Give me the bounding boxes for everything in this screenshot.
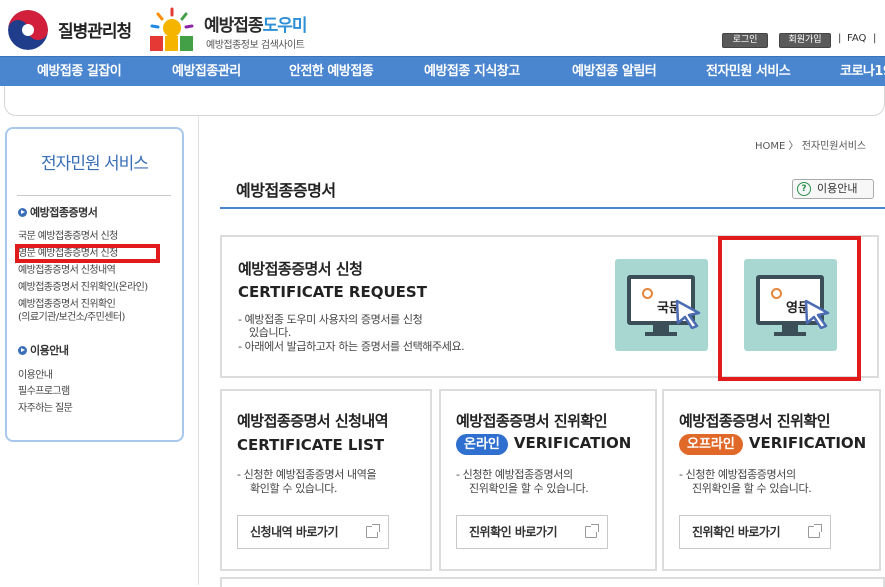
sidebar-section-guide: 이용안내 (18, 342, 69, 358)
kdca-logo-icon[interactable] (8, 10, 48, 50)
sidebar-item-guide[interactable]: 이용안내 (18, 370, 53, 382)
nip-logo-icon[interactable] (146, 6, 198, 52)
request-title-en: CERTIFICATE REQUEST (238, 283, 427, 301)
online-title: 예방접종증명서 진위확인 (456, 412, 608, 430)
sidebar-item-verify-online[interactable]: 예방접종증명서 진위확인(온라인) (18, 282, 148, 294)
sidebar: 전자민원 서비스 예방접종증명서 국문 예방접종증명서 신청 영문 예방접종증명… (5, 127, 184, 442)
external-link-icon (585, 524, 599, 538)
verify-online-link-button[interactable]: 진위확인 바로가기 (456, 515, 608, 549)
nav-safe-vaccination[interactable]: 안전한 예방접종 (289, 57, 374, 87)
offline-title-line: 오프라인 VERIFICATION (679, 434, 866, 455)
site-title[interactable]: 예방접종도우미 (204, 11, 308, 36)
usage-guide-button[interactable]: ? 이용안내 (792, 179, 874, 199)
help-icon: ? (797, 182, 811, 196)
offline-desc-2: 진위확인을 할 수 있습니다. (692, 482, 812, 495)
request-list-link-button[interactable]: 신청내역 바로가기 (237, 515, 389, 549)
usage-guide-label: 이용안내 (817, 182, 858, 195)
util-divider-2: | (873, 33, 877, 44)
sidebar-item-verify-offline-sub[interactable]: (의료기관/보건소/주민센터) (18, 312, 125, 324)
site-header: 질병관리청 예방접종도우미 예방접종정보 검색사이트 로그인 회원가입 | FA… (0, 0, 885, 56)
request-title: 예방접종증명서 신청 (238, 260, 363, 278)
site-title-main: 예방접종 (204, 16, 264, 36)
sub-navigation-bar (4, 86, 885, 116)
verification-offline-box: 예방접종증명서 진위확인 오프라인 VERIFICATION - 신청한 예방접종… (662, 389, 881, 571)
main-navigation: 예방접종 길잡이 예방접종관리 안전한 예방접종 예방접종 지식창고 예방접종 … (0, 56, 885, 86)
sidebar-title: 전자민원 서비스 (41, 154, 149, 174)
offline-title-en: VERIFICATION (748, 434, 867, 452)
verify-offline-link-label: 진위확인 바로가기 (692, 525, 781, 539)
agency-name[interactable]: 질병관리청 (58, 17, 132, 42)
list-title: 예방접종증명서 신청내역 (237, 412, 389, 430)
next-section-box (220, 577, 885, 587)
korean-certificate-button[interactable]: 국문 (615, 259, 708, 351)
offline-title: 예방접종증명서 진위확인 (679, 412, 831, 430)
sidebar-item-verify-offline[interactable]: 예방접종증명서 진위확인 (18, 299, 116, 311)
list-desc-2: 확인할 수 있습니다. (250, 482, 338, 495)
offline-desc-1: - 신청한 예방접종증명서의 (679, 468, 796, 481)
certificate-list-box: 예방접종증명서 신청내역 CERTIFICATE LIST - 신청한 예방접종… (220, 389, 432, 571)
monitor-base (645, 332, 677, 336)
breadcrumb: HOME 〉 전자민원서비스 (755, 141, 867, 152)
verify-online-link-label: 진위확인 바로가기 (469, 525, 558, 539)
external-link-icon (366, 524, 380, 538)
nav-vaccination-guide[interactable]: 예방접종 길잡이 (37, 57, 122, 87)
sidebar-item-request-list[interactable]: 예방접종증명서 신청내역 (18, 265, 116, 277)
offline-badge: 오프라인 (679, 434, 743, 455)
nav-knowledge[interactable]: 예방접종 지식창고 (424, 57, 520, 87)
sidebar-item-faq[interactable]: 자주하는 질문 (18, 403, 73, 415)
request-desc-1: - 예방접종 도우미 사용자의 증명서를 신청 (238, 313, 423, 326)
medal-icon (642, 288, 653, 299)
sidebar-divider (17, 195, 171, 196)
online-badge: 온라인 (456, 434, 508, 455)
site-subtitle: 예방접종정보 검색사이트 (206, 40, 305, 51)
request-desc-2: - 아래에서 발급하고자 하는 증명서를 선택해주세요. (238, 340, 465, 353)
highlight-box-english (718, 236, 861, 381)
nav-e-civil-service[interactable]: 전자민원 서비스 (706, 57, 791, 87)
verify-offline-link-button[interactable]: 진위확인 바로가기 (679, 515, 831, 549)
sidebar-item-korean-request[interactable]: 국문 예방접종증명서 신청 (18, 231, 118, 243)
page-title: 예방접종증명서 (236, 181, 336, 200)
external-link-icon (808, 524, 822, 538)
sidebar-section-label: 이용안내 (30, 344, 69, 357)
content-divider (198, 116, 199, 585)
login-button[interactable]: 로그인 (722, 33, 768, 48)
list-title-en: CERTIFICATE LIST (237, 436, 385, 454)
highlight-box-sidebar (15, 244, 160, 263)
nav-covid19[interactable]: 코로나19 (840, 57, 885, 87)
site-title-accent: 도우미 (262, 16, 308, 36)
online-desc-1: - 신청한 예방접종증명서의 (456, 468, 573, 481)
online-desc-2: 진위확인을 할 수 있습니다. (469, 482, 589, 495)
faq-link[interactable]: FAQ (847, 33, 866, 44)
nav-vaccination-management[interactable]: 예방접종관리 (172, 57, 241, 87)
sidebar-item-programs[interactable]: 필수프로그램 (18, 386, 70, 398)
title-rule (220, 207, 885, 209)
cursor-icon (675, 299, 701, 329)
verification-online-box: 예방접종증명서 진위확인 온라인 VERIFICATION - 신청한 예방접종증… (439, 389, 657, 571)
signup-button[interactable]: 회원가입 (779, 33, 831, 48)
sidebar-section-label: 예방접종증명서 (30, 206, 98, 219)
list-desc-1: - 신청한 예방접종증명서 내역을 (237, 468, 377, 481)
sidebar-section-certificate: 예방접종증명서 (18, 204, 98, 220)
request-desc-1b: 있습니다. (249, 326, 291, 339)
bullet-icon (18, 208, 27, 217)
util-divider: | (838, 33, 842, 44)
nav-notice[interactable]: 예방접종 알림터 (572, 57, 657, 87)
bullet-icon (18, 346, 27, 355)
request-list-link-label: 신청내역 바로가기 (250, 525, 339, 539)
online-title-line: 온라인 VERIFICATION (456, 434, 631, 455)
online-title-en: VERIFICATION (513, 434, 632, 452)
